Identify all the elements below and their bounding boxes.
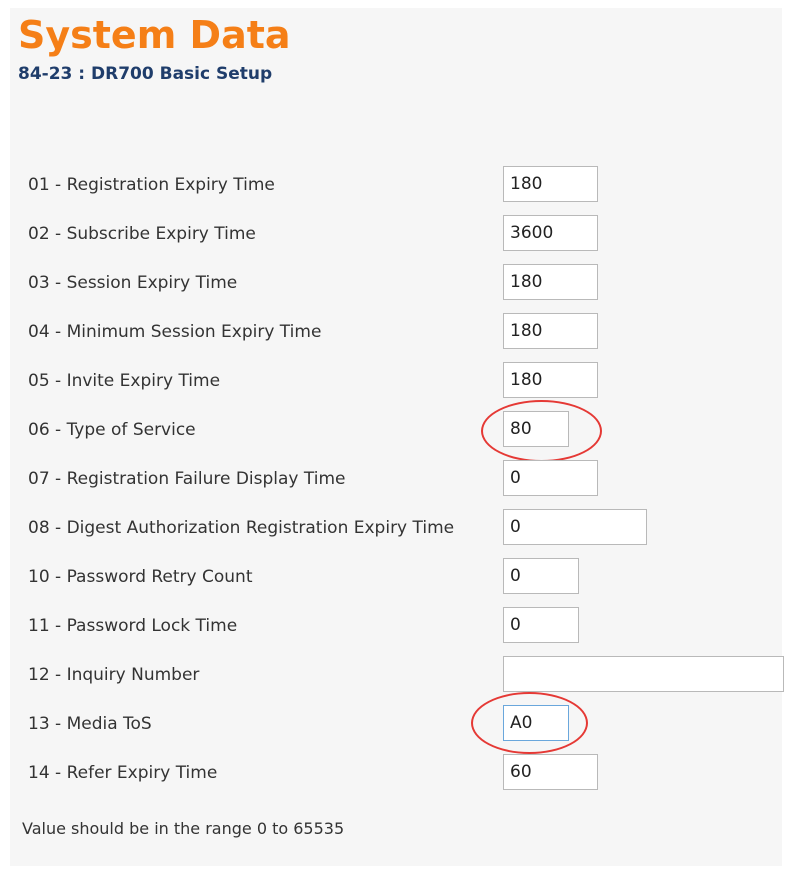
registration-failure-display-time-input[interactable] [503, 460, 598, 496]
media-tos-input[interactable] [503, 705, 569, 741]
row-label-password-retry-count: 10 - Password Retry Count [28, 567, 253, 587]
row-label-subscribe-expiry-time: 02 - Subscribe Expiry Time [28, 224, 256, 244]
type-of-service-input[interactable] [503, 411, 569, 447]
row-label-minimum-session-expiry-time: 04 - Minimum Session Expiry Time [28, 322, 322, 342]
invite-expiry-time-input[interactable] [503, 362, 598, 398]
row-label-registration-expiry-time: 01 - Registration Expiry Time [28, 175, 275, 195]
row-label-registration-failure-display-time: 07 - Registration Failure Display Time [28, 469, 346, 489]
row-label-inquiry-number: 12 - Inquiry Number [28, 665, 200, 685]
row-label-digest-authorization-registration-expiry-time: 08 - Digest Authorization Registration E… [28, 518, 455, 538]
inquiry-number-input[interactable] [503, 656, 784, 692]
subscribe-expiry-time-input[interactable] [503, 215, 598, 251]
registration-expiry-time-input[interactable] [503, 166, 598, 202]
password-retry-count-input[interactable] [503, 558, 579, 594]
session-expiry-time-input[interactable] [503, 264, 598, 300]
digest-authorization-registration-expiry-time-input[interactable] [503, 509, 647, 545]
row-label-password-lock-time: 11 - Password Lock Time [28, 616, 238, 636]
minimum-session-expiry-time-input[interactable] [503, 313, 598, 349]
range-note: Value should be in the range 0 to 65535 [22, 819, 345, 838]
page-subtitle: 84-23 : DR700 Basic Setup [18, 64, 273, 84]
row-label-refer-expiry-time: 14 - Refer Expiry Time [28, 763, 218, 783]
password-lock-time-input[interactable] [503, 607, 579, 643]
refer-expiry-time-input[interactable] [503, 754, 598, 790]
row-label-media-tos: 13 - Media ToS [28, 714, 152, 734]
page-title: System Data [18, 13, 291, 57]
row-label-session-expiry-time: 03 - Session Expiry Time [28, 273, 238, 293]
row-label-invite-expiry-time: 05 - Invite Expiry Time [28, 371, 221, 391]
row-label-type-of-service: 06 - Type of Service [28, 420, 196, 440]
